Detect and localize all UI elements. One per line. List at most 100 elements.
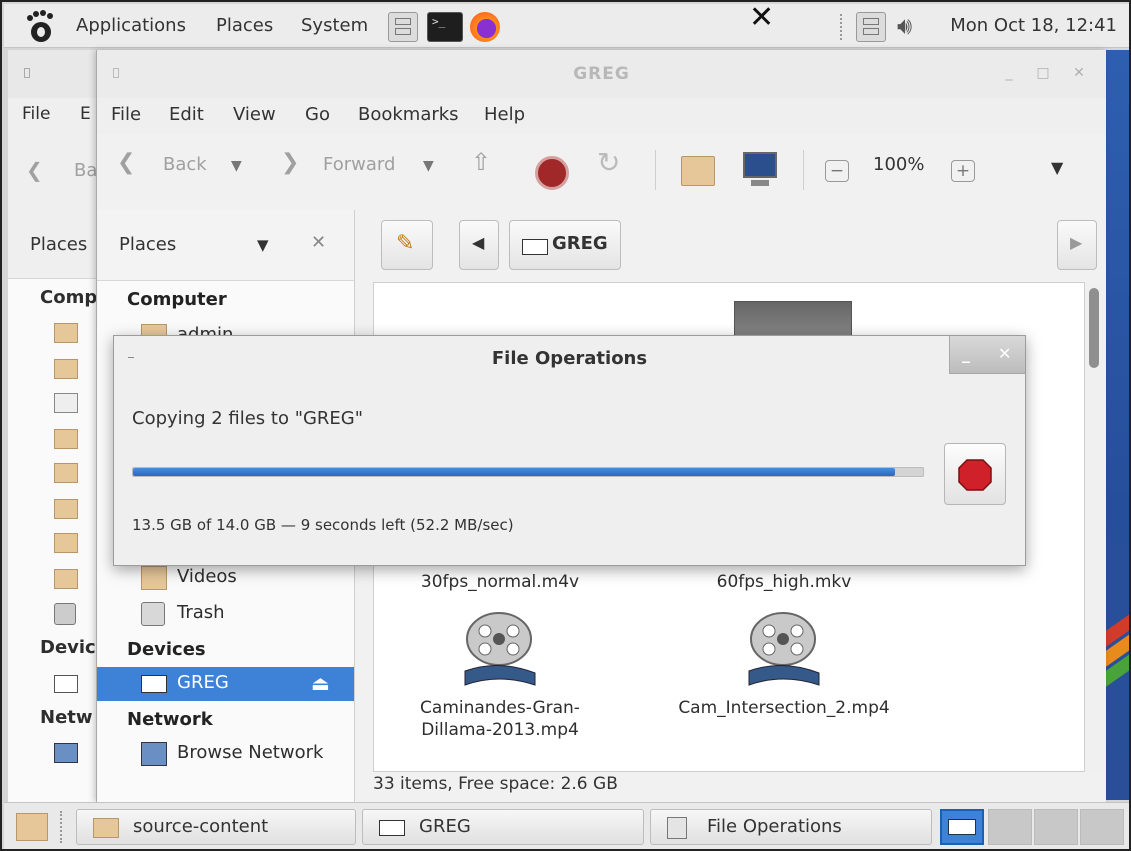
breadcrumb-right-button[interactable]: ▶ [1057,220,1097,270]
folder-icon[interactable] [54,359,78,379]
close-sidebar-icon[interactable]: ✕ [311,232,326,253]
forward-history-chevron-icon[interactable]: ▼ [423,158,434,174]
stop-icon [958,459,992,491]
places-dropdown-chevron-icon[interactable]: ▼ [257,236,269,254]
trash-icon [141,602,165,626]
menu-help[interactable]: Help [484,104,525,125]
stop-loading-icon[interactable] [535,156,569,190]
trash-icon[interactable] [54,603,76,625]
folder-icon[interactable] [54,499,78,519]
file-operations-dialog[interactable]: File Operations _ ✕ Copying 2 files to "… [113,335,1026,566]
computer-stand [751,180,769,186]
close-icon[interactable]: ✕ [1072,66,1086,80]
drive-icon[interactable] [54,675,78,693]
folder-icon[interactable] [54,429,78,449]
folder-icon[interactable] [54,569,78,589]
maximize-icon[interactable]: □ [1036,66,1050,80]
up-arrow-icon[interactable]: ⇧ [471,148,491,176]
task-source-content[interactable]: source-content [76,809,356,845]
dialog-title: File Operations [491,348,648,369]
sidebar-item-greg[interactable]: GREG ⏏ [97,667,354,701]
file-item[interactable]: Caminandes-Gran- Dillama-2013.mp4 [380,611,620,741]
menu-system[interactable]: System [301,15,368,36]
toolbar-overflow-chevron-icon[interactable]: ▼ [1051,158,1063,177]
folder-icon[interactable] [54,463,78,483]
menubar: File Edit View Go Bookmarks Help [97,98,1106,134]
workspace-3[interactable] [1034,809,1078,845]
file-item[interactable]: 60fps_high.mkv [664,571,904,593]
folder-icon[interactable] [54,323,78,343]
forward-button[interactable]: Forward [323,154,395,175]
minimize-icon[interactable]: _ [962,344,970,363]
edit-location-button[interactable]: ✎ [381,220,433,270]
file-item[interactable]: 30fps_normal.m4v [380,571,620,593]
back-arrow-icon[interactable]: ❮ [117,150,135,175]
workspace-1[interactable] [940,809,984,845]
window-menu-icon[interactable] [24,68,30,78]
zoom-in-icon[interactable]: + [951,160,975,182]
firefox-launcher-icon[interactable] [470,12,500,42]
eject-icon[interactable]: ⏏ [311,671,330,695]
gnome-foot-icon[interactable] [24,10,56,44]
back-menu-file[interactable]: File [22,104,50,124]
sidebar-item-label: Trash [177,602,225,623]
dialog-window-buttons: _ ✕ [949,336,1025,374]
back-menu-edit[interactable]: E [80,104,91,124]
computer-icon[interactable] [743,152,777,178]
show-desktop-icon[interactable] [16,813,48,841]
menu-view[interactable]: View [233,104,276,125]
close-icon[interactable]: ✕ [998,344,1011,363]
menu-places[interactable]: Places [216,15,273,36]
desktop-icon[interactable] [54,393,78,413]
toolbar: ❮ Back ▼ ❯ Forward ▼ ⇧ ↻ − 100% + ▼ [97,140,1106,200]
task-greg[interactable]: GREG [362,809,644,845]
back-arrow-icon[interactable]: ❮ [26,158,43,182]
menu-applications[interactable]: Applications [76,15,186,36]
task-file-operations[interactable]: File Operations [650,809,932,845]
back-history-chevron-icon[interactable]: ▼ [231,158,242,174]
back-places-label: Places [30,234,88,255]
sidebar-item-videos[interactable]: Videos [97,561,354,595]
file-item[interactable]: Cam_Intersection_2.mp4 [664,611,904,719]
reload-icon[interactable]: ↻ [597,146,620,179]
menu-go[interactable]: Go [305,104,330,125]
breadcrumb-left-button[interactable]: ◀ [459,220,499,270]
back-button-label[interactable]: Ba [74,160,97,181]
sidebar-item-trash[interactable]: Trash [97,597,354,631]
menu-edit[interactable]: Edit [169,104,204,125]
menu-file[interactable]: File [111,104,141,125]
volume-icon[interactable]: 🔊︎ [897,12,912,40]
toolbar-separator [655,150,656,190]
sidebar-places-label[interactable]: Places [119,234,176,255]
sidebar-devices-heading: Devices [127,639,206,660]
forward-arrow-icon[interactable]: ❯ [281,150,299,175]
file-cabinet-launcher-icon[interactable] [388,12,418,42]
home-folder-icon[interactable] [681,156,715,186]
back-button[interactable]: Back [163,154,207,175]
file-name-line1: Caminandes-Gran- [420,698,580,718]
scrollbar-thumb[interactable] [1089,288,1099,368]
location-bar: ✎ ◀ GREG ▶ [365,216,1101,272]
breadcrumb-label: GREG [552,233,608,254]
cancel-copy-button[interactable] [944,443,1006,505]
network-icon[interactable] [54,743,78,763]
terminal-launcher-icon[interactable]: >_ [427,12,463,42]
breadcrumb-greg[interactable]: GREG [509,220,621,270]
top-panel: Applications Places System >_ ✕ 🔊︎ Mon O… [4,2,1129,48]
folder-icon[interactable] [54,533,78,553]
workspace-window-thumb [948,819,976,835]
workspace-4[interactable] [1080,809,1124,845]
minimize-icon[interactable]: _ [1002,66,1016,80]
sidebar-item-browse-network[interactable]: Browse Network [97,737,354,771]
background-window-titlebar[interactable] [8,50,107,98]
clock[interactable]: Mon Oct 18, 12:41 [950,15,1117,36]
sidebar-computer-heading: Computer [127,289,227,310]
background-window[interactable]: File E ❮ Ba Places Comp Devic Netw [8,50,108,808]
file-cabinet-tray-icon[interactable] [856,12,886,42]
workspace-2[interactable] [988,809,1032,845]
zoom-out-icon[interactable]: − [825,160,849,182]
menu-bookmarks[interactable]: Bookmarks [358,104,459,125]
sidebar-item-label: GREG [177,672,229,693]
scrollbar[interactable] [1085,282,1105,772]
window-titlebar[interactable]: GREG _ □ ✕ [97,50,1106,98]
